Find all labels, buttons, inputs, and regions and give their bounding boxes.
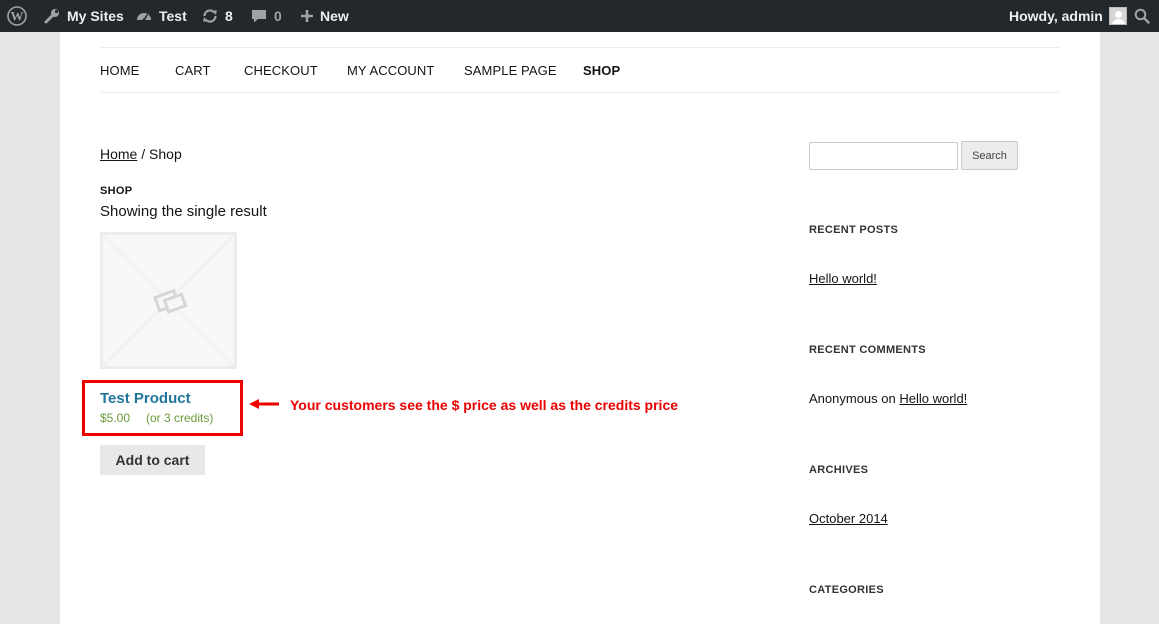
site-name-label: Test <box>159 8 187 24</box>
comments-button[interactable]: 0 <box>250 0 282 32</box>
main-navigation: HOME CART CHECKOUT MY ACCOUNT SAMPLE PAG… <box>100 47 1060 93</box>
comment-icon <box>252 10 266 23</box>
greeting-label: Howdy, admin <box>1009 8 1103 24</box>
page-title: SHOP <box>100 185 133 197</box>
nav-item-checkout[interactable]: CHECKOUT <box>244 63 318 78</box>
breadcrumb-home-link[interactable]: Home <box>100 146 137 162</box>
comment-author: Anonymous <box>809 391 878 406</box>
product-price: $5.00 <box>100 411 131 425</box>
result-count: Showing the single result <box>100 203 267 220</box>
search-input[interactable] <box>809 142 958 170</box>
breadcrumb-current: Shop <box>149 146 182 162</box>
product-title-link[interactable]: Test Product <box>100 390 191 407</box>
add-to-cart-button[interactable]: Add to cart <box>100 445 205 475</box>
recent-comment-item: Anonymous on Hello world! <box>809 391 967 406</box>
recent-comments-title: RECENT COMMENTS <box>809 344 926 356</box>
recent-post-link[interactable]: Hello world! <box>809 271 877 286</box>
nav-item-shop[interactable]: SHOP <box>583 63 620 78</box>
breadcrumb-separator: / <box>141 146 146 162</box>
updates-count: 8 <box>225 8 233 24</box>
archive-link-october-2014[interactable]: October 2014 <box>809 511 888 526</box>
categories-title: CATEGORIES <box>809 584 884 596</box>
wordpress-logo-button[interactable]: W <box>7 0 27 32</box>
my-sites-menu[interactable]: My Sites <box>43 0 124 32</box>
admin-search-button[interactable] <box>1134 0 1150 32</box>
my-sites-label: My Sites <box>67 8 124 24</box>
annotation-arrow-icon <box>249 399 279 409</box>
product-credits-price: (or 3 credits) <box>146 411 214 425</box>
comment-connector: on <box>881 391 896 406</box>
placeholder-image-icon <box>103 235 234 366</box>
comment-post-link[interactable]: Hello world! <box>899 391 967 406</box>
site-name-menu[interactable]: Test <box>135 0 187 32</box>
nav-item-my-account[interactable]: MY ACCOUNT <box>347 63 434 78</box>
account-menu[interactable]: Howdy, admin <box>1009 0 1127 32</box>
new-content-menu[interactable]: New <box>300 0 349 32</box>
product-image[interactable] <box>100 232 237 369</box>
plus-icon <box>301 10 313 22</box>
search-button[interactable]: Search <box>961 141 1018 170</box>
wrench-icon <box>44 9 59 24</box>
archives-title: ARCHIVES <box>809 464 869 476</box>
new-label: New <box>320 8 349 24</box>
nav-item-home[interactable]: HOME <box>100 63 139 78</box>
page-container: HOME CART CHECKOUT MY ACCOUNT SAMPLE PAG… <box>60 32 1100 624</box>
comments-count: 0 <box>274 8 282 24</box>
updates-button[interactable]: 8 <box>201 0 233 32</box>
nav-item-cart[interactable]: CART <box>175 63 211 78</box>
dashboard-icon <box>137 13 151 22</box>
nav-item-sample-page[interactable]: SAMPLE PAGE <box>464 63 557 78</box>
breadcrumb: Home / Shop <box>100 146 182 162</box>
updates-icon <box>203 9 217 23</box>
avatar <box>1108 7 1127 25</box>
svg-text:W: W <box>11 9 24 24</box>
wordpress-icon: W <box>7 6 27 26</box>
annotation-text: Your customers see the $ price as well a… <box>290 397 679 413</box>
search-icon <box>1134 8 1150 24</box>
recent-posts-title: RECENT POSTS <box>809 224 899 236</box>
annotation-highlight-box <box>82 380 243 436</box>
admin-bar: W My Sites Test 8 0 New Howdy, admin <box>0 0 1159 32</box>
